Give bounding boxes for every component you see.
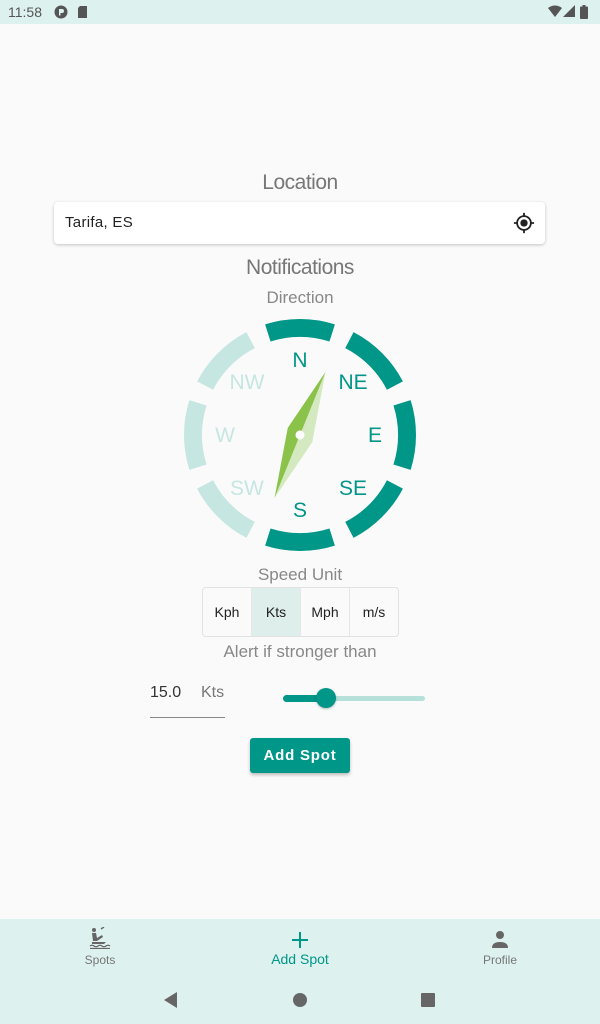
my-location-icon[interactable]: [513, 212, 535, 234]
home-icon[interactable]: [292, 991, 308, 1009]
threshold-slider[interactable]: [276, 686, 432, 710]
direction-label: Direction: [266, 288, 334, 307]
battery-icon: [580, 5, 588, 19]
compass-label-n[interactable]: N: [292, 349, 307, 372]
nav-item-spots[interactable]: Spots: [0, 919, 200, 979]
compass-label-s[interactable]: S: [293, 499, 307, 522]
threshold-input[interactable]: 15.0 Kts: [150, 679, 225, 718]
location-value[interactable]: Tarifa, ES: [65, 214, 133, 231]
plus-icon: [292, 932, 308, 948]
speed-unit-toggle-group: Kph Kts Mph m/s: [202, 587, 399, 637]
nav-label-spots: Spots: [84, 953, 116, 967]
unit-button-kph[interactable]: Kph: [203, 588, 252, 636]
wifi-icon: [548, 5, 562, 17]
unit-button-kts[interactable]: Kts: [252, 588, 301, 636]
alert-threshold-label: Alert if stronger than: [223, 642, 377, 661]
threshold-unit: Kts: [201, 684, 225, 701]
status-bar: 11:58: [0, 0, 600, 24]
slider-thumb[interactable]: [315, 688, 336, 708]
compass-segment-w[interactable]: [184, 400, 207, 470]
kitesurf-icon: [89, 927, 111, 949]
unit-button-mph[interactable]: Mph: [301, 588, 350, 636]
needle-dark-half: [274, 371, 326, 499]
compass-segment-n[interactable]: [265, 319, 335, 342]
compass-segment-e[interactable]: [393, 400, 416, 470]
back-icon[interactable]: [163, 991, 179, 1009]
cell-signal-icon: [563, 5, 575, 17]
compass-needle: [274, 371, 326, 499]
unit-button-ms[interactable]: m/s: [350, 588, 398, 636]
compass-label-w[interactable]: W: [215, 424, 235, 447]
nav-label-profile: Profile: [482, 953, 517, 967]
direction-compass[interactable]: N NE E SE S SW W NW: [180, 315, 420, 555]
threshold-value[interactable]: 15.0: [150, 684, 181, 702]
location-input[interactable]: Tarifa, ES: [54, 202, 545, 244]
notifications-heading: Notifications: [246, 256, 354, 279]
nav-item-profile[interactable]: Profile: [400, 919, 600, 979]
add-spot-screen: Location Tarifa, ES Notifications Direct…: [0, 24, 600, 919]
compass-segment-s[interactable]: [265, 528, 335, 551]
sd-card-icon: [78, 6, 87, 18]
nav-label-add-spot: Add Spot: [271, 951, 329, 967]
needle-light-half: [274, 371, 326, 499]
nav-item-add-spot[interactable]: Add Spot: [200, 919, 400, 979]
bottom-navigation: Spots Add Spot Profile: [0, 919, 600, 979]
recents-icon[interactable]: [420, 991, 436, 1009]
compass-label-se[interactable]: SE: [339, 477, 367, 500]
location-heading: Location: [262, 171, 338, 194]
status-time: 11:58: [8, 4, 42, 20]
compass-label-ne[interactable]: NE: [338, 371, 367, 394]
speed-unit-label: Speed Unit: [257, 565, 343, 584]
compass-label-sw[interactable]: SW: [230, 477, 264, 500]
person-icon: [492, 931, 508, 948]
app-notification-icon: [54, 5, 68, 19]
system-navigation-bar: [0, 979, 600, 1024]
add-spot-button[interactable]: Add Spot: [250, 738, 350, 773]
compass-label-nw[interactable]: NW: [229, 371, 264, 394]
compass-label-e[interactable]: E: [368, 424, 382, 447]
